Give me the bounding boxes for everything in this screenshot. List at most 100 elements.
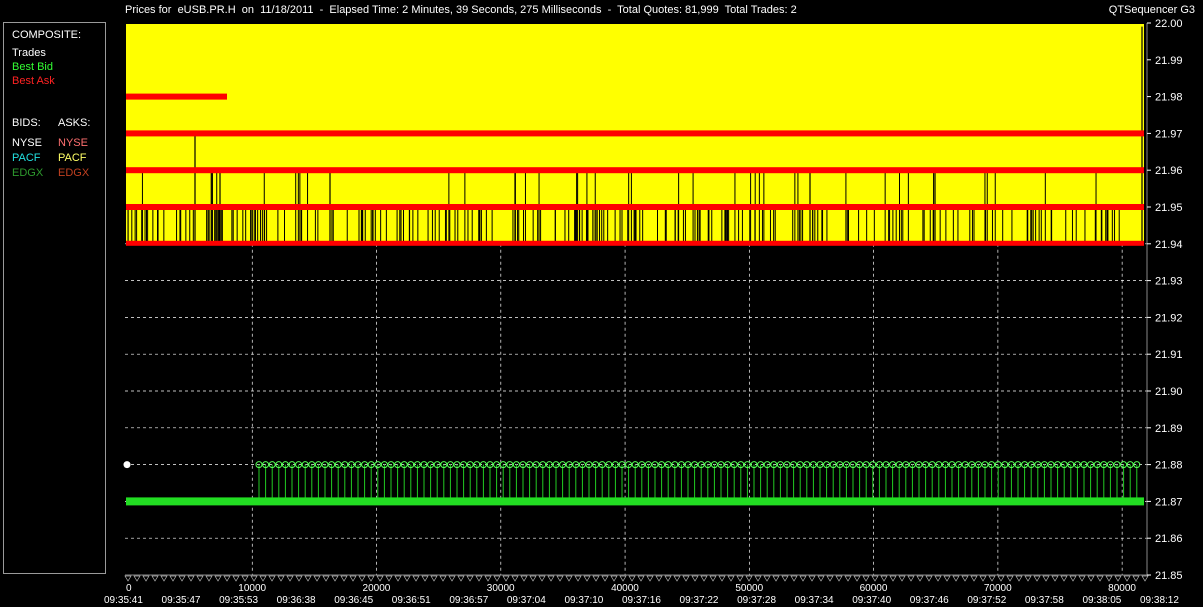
y-tick-label: 21.87 [1155,496,1183,508]
x-axis-marker [1042,575,1050,582]
y-tick-label: 21.85 [1155,570,1183,582]
x-axis-marker [493,575,501,582]
x-tick-label: 50000 [735,583,763,594]
x-axis-marker [1114,575,1122,582]
x-axis-marker [1078,575,1086,582]
time-label: 09:36:51 [392,595,431,606]
x-axis-marker [439,575,447,582]
x-axis-marker [745,575,753,582]
x-axis-marker [997,575,1005,582]
x-axis-marker [961,575,969,582]
time-label: 09:37:22 [680,595,719,606]
x-axis-marker [241,575,249,582]
x-axis-marker [214,575,222,582]
x-axis-marker [682,575,690,582]
x-axis-marker [151,575,159,582]
x-axis-marker [862,575,870,582]
x-axis-marker [583,575,591,582]
x-axis-marker [412,575,420,582]
x-axis-marker [457,575,465,582]
price-chart: 22.00 21.99 21.98 21.97 21.96 21.95 21.94 21.93… [104,18,1183,606]
x-axis-marker [178,575,186,582]
x-axis-marker [358,575,366,582]
x-axis-marker [205,575,213,582]
x-axis-marker [232,575,240,582]
x-tick-label: 40000 [611,583,639,594]
x-axis-marker [313,575,321,582]
x-axis-marker [349,575,357,582]
x-axis-marker [1033,575,1041,582]
x-tick-label: 60000 [860,583,888,594]
x-axis-marker [1024,575,1032,582]
time-label: 09:37:40 [852,595,891,606]
y-tick-label: 21.88 [1155,460,1183,472]
x-axis-marker [133,575,141,582]
x-axis-marker [466,575,474,582]
x-axis-marker [925,575,933,582]
x-axis-marker [529,575,537,582]
x-axis-marker [1069,575,1077,582]
y-tick-label: 21.98 [1155,92,1183,104]
x-axis-marker [223,575,231,582]
y-tick-label: 21.96 [1155,165,1183,177]
x-axis-marker [655,575,663,582]
time-label: 09:36:57 [449,595,488,606]
x-axis-marker [1060,575,1068,582]
best-bid-line [126,497,1144,506]
x-axis-marker [781,575,789,582]
x-axis-marker [475,575,483,582]
x-axis-marker [700,575,708,582]
time-label: 09:36:38 [277,595,316,606]
time-label: 09:37:04 [507,595,546,606]
x-axis-marker [970,575,978,582]
x-axis-marker [250,575,258,582]
x-axis-marker [421,575,429,582]
x-axis-marker [448,575,456,582]
y-tick-label: 21.93 [1155,276,1183,288]
y-tick-label: 21.97 [1155,128,1183,140]
x-axis-marker [826,575,834,582]
time-label: 09:37:28 [737,595,776,606]
x-axis-marker [565,575,573,582]
x-axis-marker [889,575,897,582]
ask-line-21.98 [126,93,227,100]
x-axis-marker [790,575,798,582]
x-axis-marker [502,575,510,582]
y-tick-label: 21.92 [1155,312,1183,324]
x-axis-marker [385,575,393,582]
x-axis-marker [853,575,861,582]
x-axis-marker [754,575,762,582]
x-axis-marker [619,575,627,582]
time-label: 09:37:10 [564,595,603,606]
x-axis-marker [340,575,348,582]
x-axis-marker [610,575,618,582]
x-axis-marker [664,575,672,582]
x-axis-marker [520,575,528,582]
time-label: 09:35:41 [104,595,143,606]
x-axis-marker [484,575,492,582]
x-axis-marker [394,575,402,582]
best-ask-line [126,240,1144,246]
x-axis-marker [808,575,816,582]
x-axis-marker [376,575,384,582]
x-axis-marker [844,575,852,582]
x-axis-marker [673,575,681,582]
x-axis-marker [160,575,168,582]
x-axis-marker [646,575,654,582]
x-axis-marker [169,575,177,582]
ask-line [126,130,1144,137]
x-axis-marker [304,575,312,582]
x-axis-marker [709,575,717,582]
x-axis-marker [1141,575,1149,582]
x-axis-marker [511,575,519,582]
x-axis-marker [1015,575,1023,582]
time-label: 09:35:47 [162,595,201,606]
x-axis-marker [817,575,825,582]
y-tick-label: 21.90 [1155,386,1183,398]
trade-marker [123,461,131,469]
x-axis-marker [259,575,267,582]
x-axis-marker [430,575,438,582]
y-tick-label: 21.99 [1155,55,1183,67]
time-label: 09:38:12 [1140,595,1179,606]
x-axis-marker [952,575,960,582]
